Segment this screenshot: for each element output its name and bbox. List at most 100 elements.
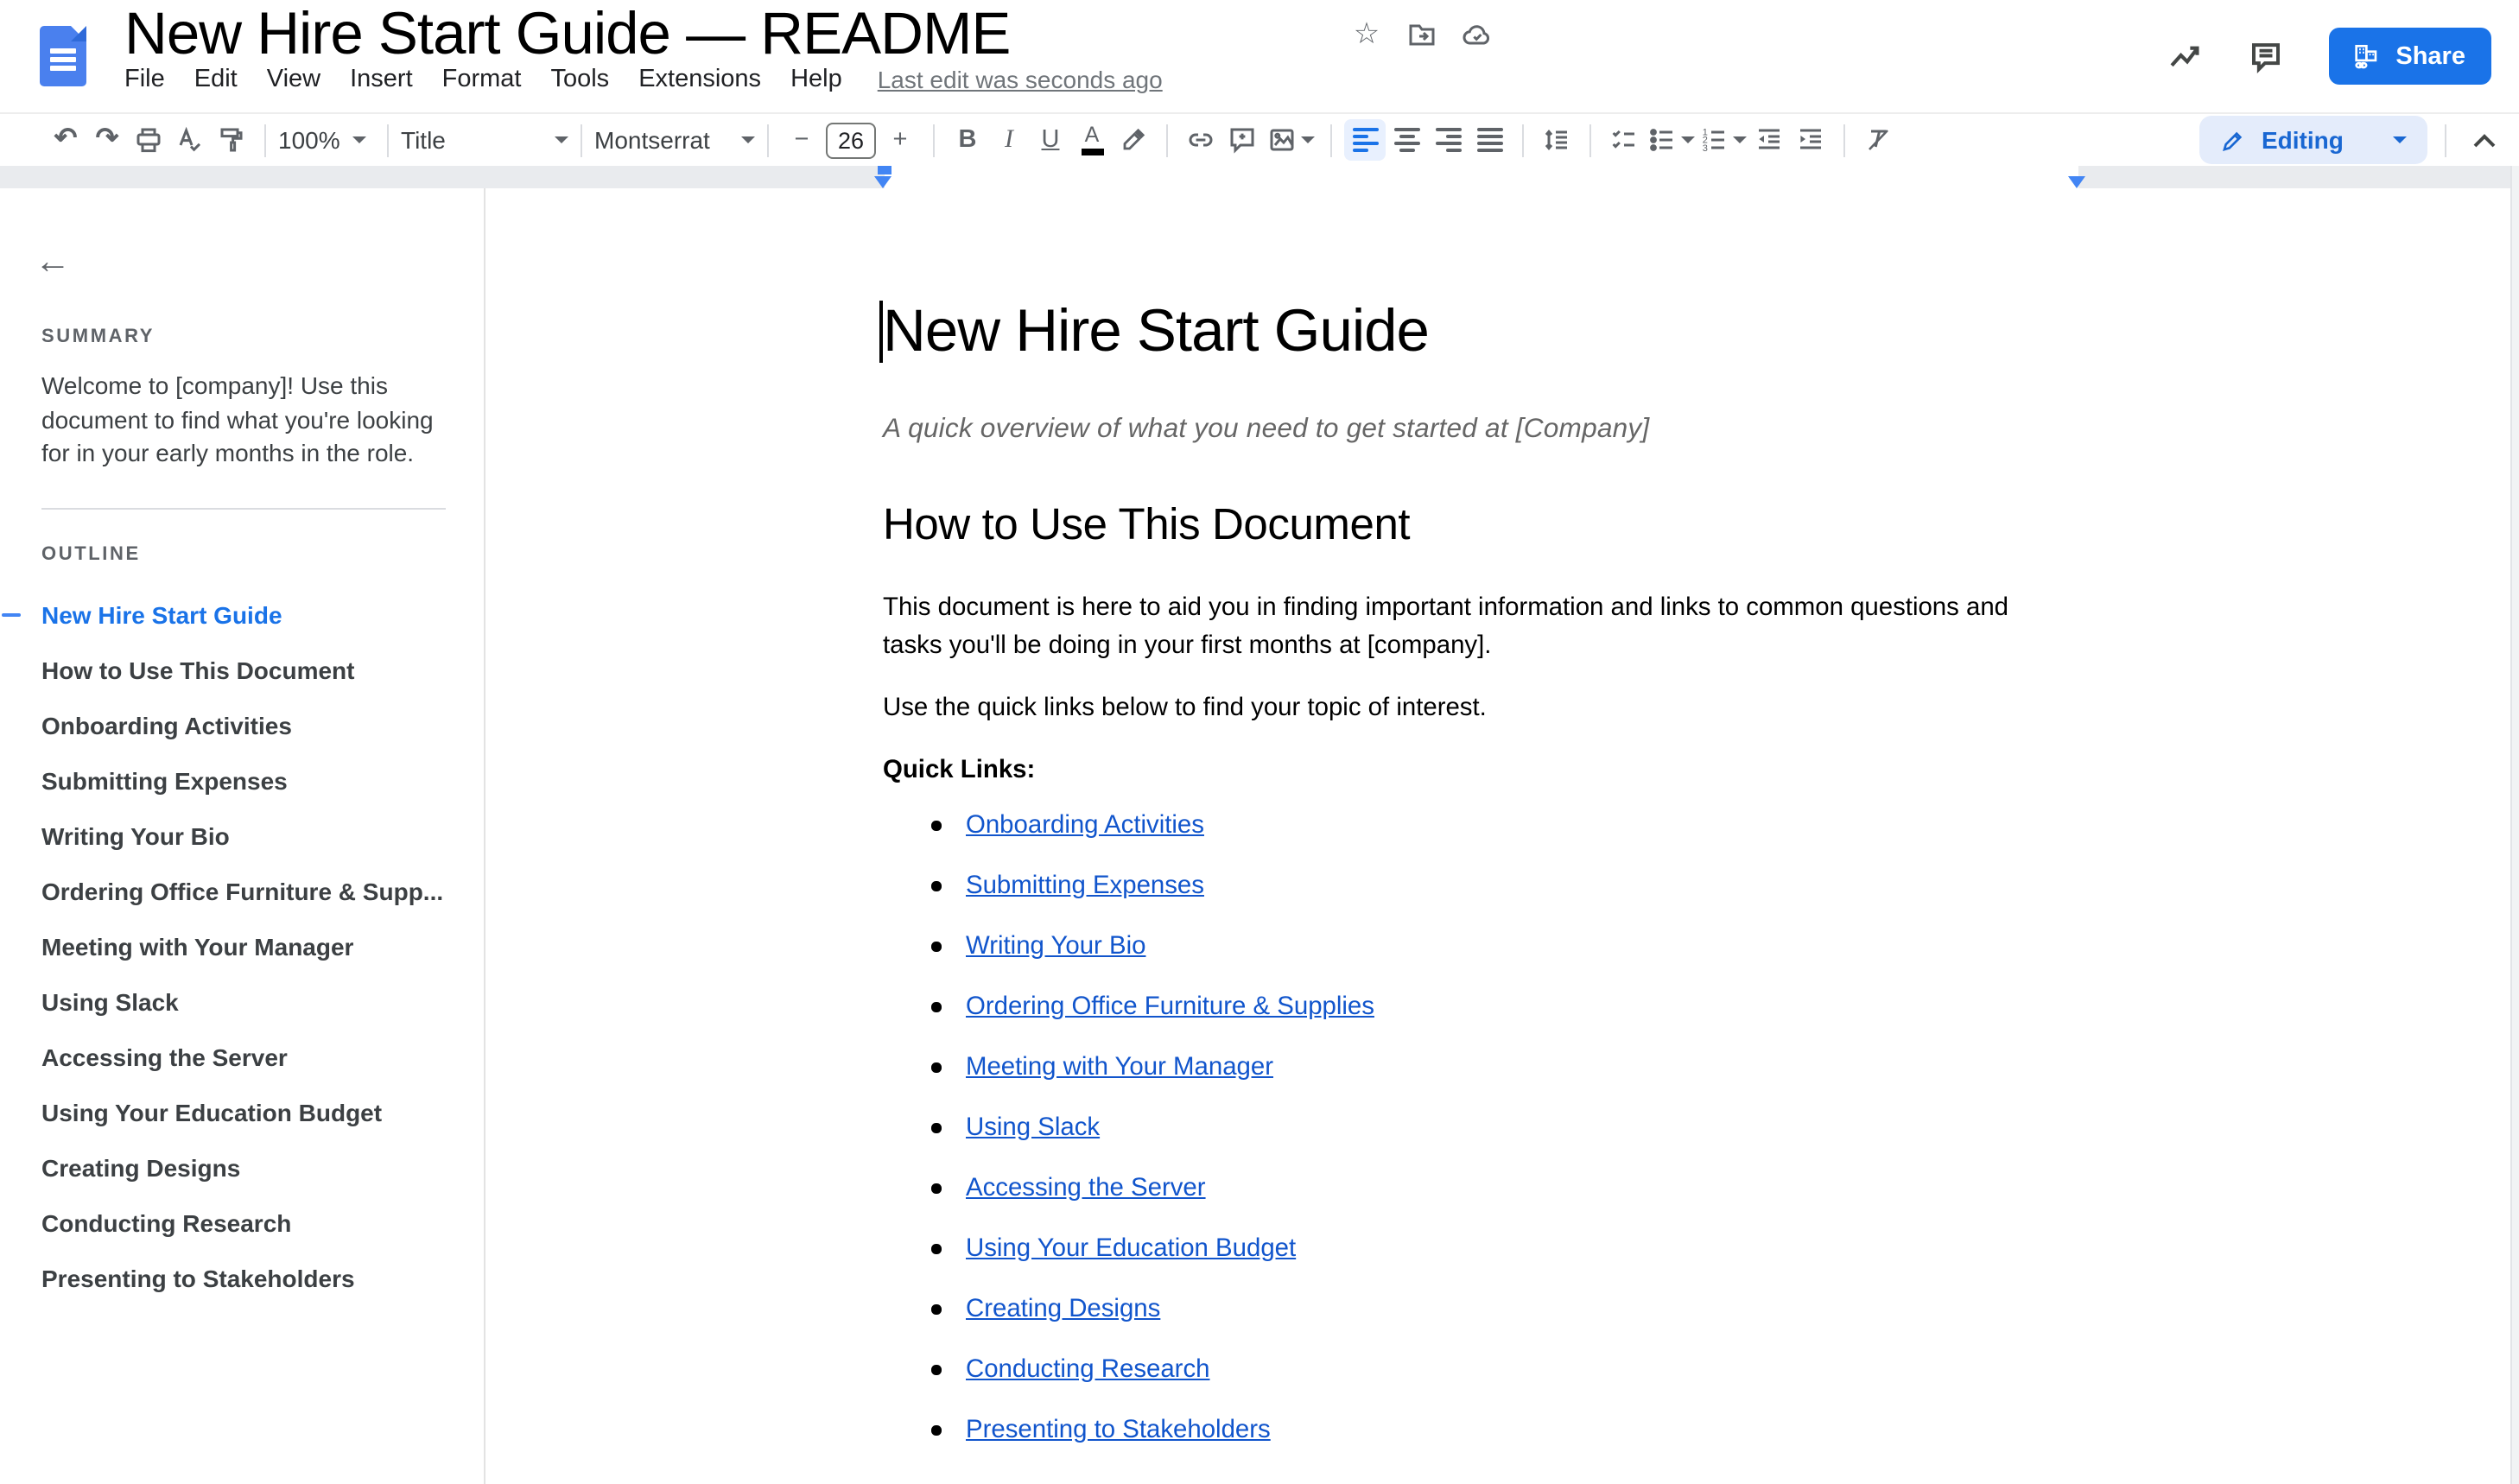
zoom-select[interactable]: 100%	[278, 126, 375, 154]
outline-item-using-slack[interactable]: Using Slack	[0, 973, 484, 1029]
cloud-saved-icon[interactable]	[1462, 19, 1493, 50]
print-button[interactable]	[128, 119, 169, 161]
horizontal-ruler[interactable]	[0, 166, 2519, 188]
outline-item-new-hire-start-guide[interactable]: New Hire Start Guide	[0, 587, 484, 642]
list-item: Meeting with Your Manager	[883, 1055, 2077, 1081]
vertical-scrollbar[interactable]	[2510, 166, 2519, 1484]
document-canvas[interactable]: New Hire Start Guide A quick overview of…	[485, 188, 2519, 1484]
outline-item-using-your-education-budget[interactable]: Using Your Education Budget	[0, 1084, 484, 1139]
font-size-input[interactable]: 26	[826, 122, 876, 158]
spelling-check-button[interactable]	[169, 119, 211, 161]
list-item: Presenting to Stakeholders	[883, 1417, 2077, 1443]
outline-item-conducting-research[interactable]: Conducting Research	[0, 1195, 484, 1250]
link-meeting-with-your-manager[interactable]: Meeting with Your Manager	[966, 1053, 1273, 1081]
underline-button[interactable]: U	[1030, 119, 1071, 161]
increase-font-size-button[interactable]: +	[879, 119, 921, 161]
left-margin-marker[interactable]	[874, 176, 891, 188]
undo-button[interactable]: ↶	[45, 119, 86, 161]
menu-view[interactable]: View	[252, 66, 335, 93]
font-family-value: Montserrat	[594, 126, 710, 154]
star-icon[interactable]: ☆	[1351, 19, 1382, 50]
outline-item-accessing-the-server[interactable]: Accessing the Server	[0, 1029, 484, 1084]
format-toolbar: ↶ ↷ 100% Title Montserrat	[0, 114, 2519, 166]
link-presenting-to-stakeholders[interactable]: Presenting to Stakeholders	[966, 1416, 1271, 1443]
outline-item-writing-your-bio[interactable]: Writing Your Bio	[0, 808, 484, 863]
paragraph-1[interactable]: This document is here to aid you in find…	[883, 591, 2037, 665]
menu-insert[interactable]: Insert	[335, 66, 428, 93]
hide-menus-button[interactable]	[2464, 119, 2505, 161]
activity-dashboard-icon[interactable]	[2166, 37, 2204, 75]
line-spacing-button[interactable]	[1536, 119, 1577, 161]
menu-help[interactable]: Help	[776, 66, 857, 93]
link-conducting-research[interactable]: Conducting Research	[966, 1355, 1210, 1383]
svg-text:3: 3	[1703, 143, 1708, 154]
chevron-down-icon	[2393, 136, 2407, 143]
chevron-down-icon	[555, 136, 568, 143]
menu-format[interactable]: Format	[428, 66, 536, 93]
outline-item-how-to-use-this-document[interactable]: How to Use This Document	[0, 642, 484, 697]
paragraph-style-value: Title	[401, 126, 446, 154]
domain-share-icon	[2351, 41, 2380, 71]
align-left-button[interactable]	[1344, 119, 1386, 161]
outline-item-meeting-with-your-manager[interactable]: Meeting with Your Manager	[0, 918, 484, 973]
google-docs-logo-icon[interactable]	[40, 26, 86, 86]
decrease-indent-button[interactable]	[1748, 119, 1790, 161]
open-comments-icon[interactable]	[2247, 37, 2285, 75]
link-submitting-expenses[interactable]: Submitting Expenses	[966, 872, 1204, 899]
list-item: Using Slack	[883, 1115, 2077, 1141]
menu-edit[interactable]: Edit	[180, 66, 252, 93]
clear-formatting-button[interactable]	[1857, 119, 1899, 161]
insert-image-button[interactable]	[1263, 119, 1318, 161]
justify-button[interactable]	[1469, 119, 1510, 161]
add-comment-button[interactable]	[1221, 119, 1263, 161]
docs-logo-fold	[71, 26, 86, 41]
insert-link-button[interactable]	[1180, 119, 1221, 161]
redo-button[interactable]: ↷	[86, 119, 128, 161]
section-heading-text[interactable]: How to Use This Document	[883, 501, 2077, 551]
doc-subtitle-text[interactable]: A quick overview of what you need to get…	[883, 415, 2077, 446]
chevron-down-icon	[1301, 136, 1315, 143]
outline-item-ordering-office-furniture[interactable]: Ordering Office Furniture & Supp...	[0, 863, 484, 918]
link-using-slack[interactable]: Using Slack	[966, 1113, 1100, 1141]
paragraph-style-select[interactable]: Title	[401, 126, 568, 154]
link-creating-designs[interactable]: Creating Designs	[966, 1295, 1160, 1322]
font-family-select[interactable]: Montserrat	[594, 126, 755, 154]
bulleted-list-button[interactable]	[1645, 119, 1697, 161]
link-onboarding-activities[interactable]: Onboarding Activities	[966, 811, 1204, 839]
list-item: Submitting Expenses	[883, 873, 2077, 899]
menu-file[interactable]: File	[124, 66, 180, 93]
close-sidebar-back-arrow-icon[interactable]: ←	[35, 245, 76, 280]
document-name[interactable]: New Hire Start Guide — README	[124, 0, 1318, 69]
text-color-button[interactable]: A	[1071, 119, 1113, 161]
last-edit-status[interactable]: Last edit was seconds ago	[878, 66, 1163, 93]
highlight-color-button[interactable]	[1113, 119, 1154, 161]
paint-format-button[interactable]	[211, 119, 252, 161]
right-margin-marker[interactable]	[2068, 176, 2085, 188]
decrease-font-size-button[interactable]: −	[781, 119, 822, 161]
link-ordering-office-furniture-supplies[interactable]: Ordering Office Furniture & Supplies	[966, 993, 1374, 1020]
paragraph-2[interactable]: Use the quick links below to find your t…	[883, 691, 2037, 728]
link-writing-your-bio[interactable]: Writing Your Bio	[966, 932, 1145, 960]
doc-title-text[interactable]: New Hire Start Guide	[883, 297, 2077, 366]
link-using-your-education-budget[interactable]: Using Your Education Budget	[966, 1234, 1296, 1262]
header-bar: New Hire Start Guide — README ☆	[0, 0, 2519, 114]
menu-tools[interactable]: Tools	[536, 66, 624, 93]
bold-button[interactable]: B	[947, 119, 988, 161]
outline-item-submitting-expenses[interactable]: Submitting Expenses	[0, 752, 484, 808]
outline-item-presenting-to-stakeholders[interactable]: Presenting to Stakeholders	[0, 1250, 484, 1305]
move-to-folder-icon[interactable]	[1406, 19, 1437, 50]
menu-extensions[interactable]: Extensions	[624, 66, 776, 93]
link-accessing-the-server[interactable]: Accessing the Server	[966, 1174, 1206, 1202]
numbered-list-button[interactable]: 1 2 3	[1697, 119, 1748, 161]
italic-button[interactable]: I	[988, 119, 1030, 161]
outline-item-onboarding-activities[interactable]: Onboarding Activities	[0, 697, 484, 752]
list-item: Writing Your Bio	[883, 934, 2077, 960]
align-right-button[interactable]	[1427, 119, 1469, 161]
align-center-button[interactable]	[1386, 119, 1427, 161]
share-button[interactable]: Share	[2328, 28, 2491, 85]
first-line-indent-marker[interactable]	[878, 166, 891, 174]
editing-mode-select[interactable]: Editing	[2199, 116, 2427, 164]
checklist-button[interactable]	[1603, 119, 1645, 161]
outline-item-creating-designs[interactable]: Creating Designs	[0, 1139, 484, 1195]
increase-indent-button[interactable]	[1790, 119, 1831, 161]
